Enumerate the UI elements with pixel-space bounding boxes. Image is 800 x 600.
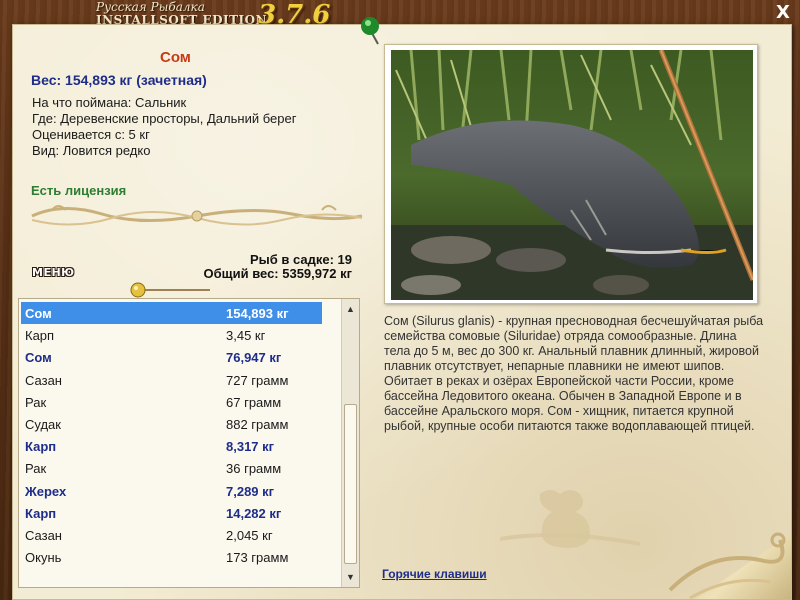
corner-ornament — [668, 532, 786, 600]
fish-bait: На что поймана: Сальник — [32, 95, 187, 110]
hotkeys-link[interactable]: Горячие клавиши — [382, 567, 487, 581]
fish-name: Сом — [160, 49, 191, 66]
catch-list-row[interactable]: Сазан 727 грамм — [21, 369, 322, 391]
catch-fish-name: Окунь — [25, 550, 62, 566]
catch-fish-weight: 154,893 кг — [226, 306, 289, 321]
fish-weight: Вес: 154,893 кг (зачетная) — [31, 72, 207, 88]
catch-list-row[interactable]: Окунь 173 грамм — [21, 546, 322, 568]
catch-fish-weight: 3,45 кг — [226, 328, 266, 344]
list-scrollbar[interactable]: ▲ ▼ — [341, 299, 359, 587]
catch-fish-weight: 14,282 кг — [226, 505, 282, 521]
scroll-thumb[interactable] — [344, 404, 357, 564]
catch-list-row[interactable]: Рак 36 грамм — [21, 457, 322, 479]
catch-list-row[interactable]: Сом 154,893 кг — [21, 302, 322, 324]
fish-min-weight: Оценивается с: 5 кг — [32, 127, 150, 142]
catch-fish-weight: 76,947 кг — [226, 350, 282, 366]
catch-list-row[interactable]: Сом 76,947 кг — [21, 346, 322, 368]
catch-fish-weight: 727 грамм — [226, 372, 289, 388]
menu-button[interactable]: МЕНЮ — [32, 266, 75, 279]
catch-fish-name: Карп — [25, 439, 57, 455]
fish-rarity: Вид: Ловится редко — [32, 143, 151, 158]
catch-fish-name: Сом — [25, 350, 52, 366]
catch-fish-weight: 2,045 кг — [226, 528, 273, 543]
catch-fish-name: Рак — [25, 461, 47, 477]
catch-fish-weight: 36 грамм — [226, 461, 282, 477]
close-icon: X — [776, 2, 790, 23]
license-status: Есть лицензия — [31, 183, 127, 198]
catch-fish-weight: 7,289 кг — [226, 483, 275, 499]
scroll-up-arrow-icon[interactable]: ▲ — [342, 301, 359, 317]
catch-fish-name: Рак — [25, 394, 47, 410]
catch-list-row[interactable]: Карп 8,317 кг — [21, 435, 322, 457]
angler-silhouette-watermark — [500, 490, 640, 548]
catch-fish-weight: 8,317 кг — [226, 439, 275, 455]
catch-list-row[interactable]: Сазан 2,045 кг — [21, 524, 322, 546]
cage-total-weight: Общий вес: 5359,972 кг — [203, 266, 352, 281]
fishing-float-icon — [130, 282, 210, 298]
catch-fish-name: Карп — [25, 505, 57, 521]
catch-list-row[interactable]: Карп 3,45 кг — [21, 324, 322, 346]
ornament-divider — [31, 205, 363, 226]
catch-list-panel: Сом 154,893 кг Карп 3,45 кг Сом 76,947 кг Саза… — [18, 298, 360, 588]
scroll-down-arrow-icon[interactable]: ▼ — [342, 569, 359, 585]
catch-list: Сом 154,893 кг Карп 3,45 кг Сом 76,947 кг Саза… — [19, 299, 341, 587]
catch-fish-name: Жерех — [25, 483, 67, 499]
close-button[interactable]: X — [774, 4, 792, 22]
cage-count: Рыб в садке: 19 — [249, 252, 352, 267]
catch-fish-weight: 882 грамм — [226, 417, 289, 432]
catch-list-row[interactable]: Рак 67 грамм — [21, 391, 322, 413]
catch-fish-name: Сом — [25, 306, 52, 321]
catch-fish-name: Сазан — [25, 372, 62, 388]
catch-list-row[interactable]: Судак 882 грамм — [21, 413, 322, 435]
catch-fish-weight: 173 грамм — [226, 550, 289, 566]
app-title: Русская Рыбалка — [96, 0, 205, 14]
fish-photo-frame — [384, 44, 758, 304]
catch-fish-name: Сазан — [25, 528, 62, 543]
fish-location: Где: Деревенские просторы, Дальний берег — [32, 111, 297, 126]
catch-fish-name: Судак — [25, 417, 61, 432]
catch-list-row[interactable]: Жерех 7,289 кг — [21, 480, 322, 502]
catch-fish-weight: 67 грамм — [226, 394, 282, 410]
fish-description: Сом (Silurus glanis) - крупная пресновод… — [384, 314, 764, 433]
fish-photo — [391, 50, 753, 300]
catch-list-row[interactable]: Карп 14,282 кг — [21, 502, 322, 524]
green-pin-icon — [361, 17, 379, 45]
catch-fish-name: Карп — [25, 328, 55, 344]
